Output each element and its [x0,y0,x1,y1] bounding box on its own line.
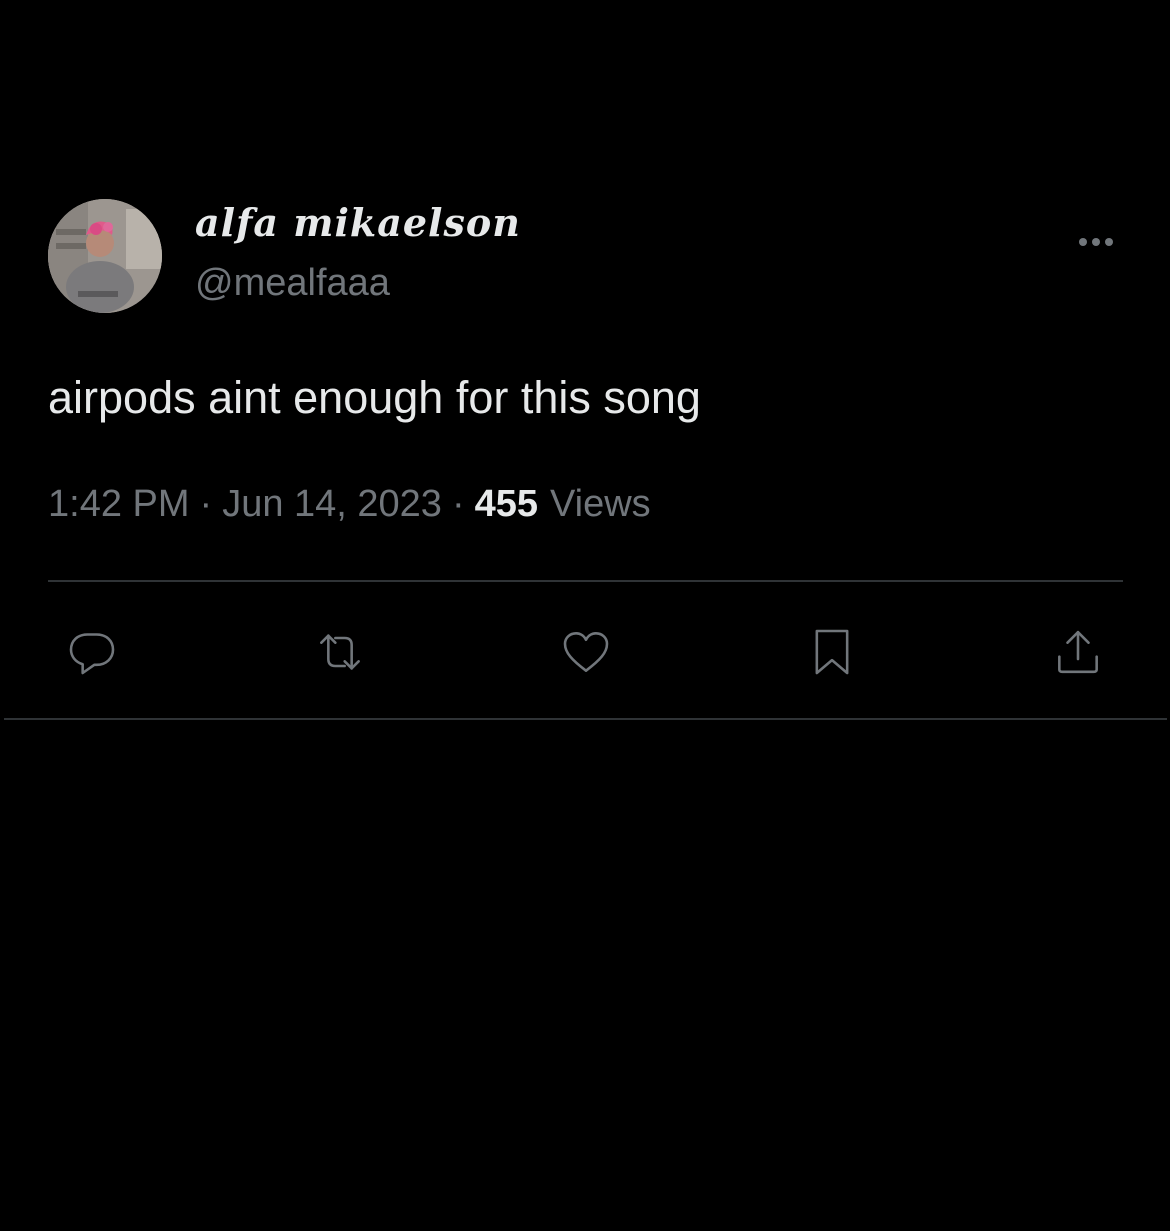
tweet-time[interactable]: 1:42 PM [48,483,190,525]
share-icon [1058,630,1098,674]
bookmark-icon [815,629,849,675]
reply-icon [69,633,115,675]
avatar[interactable] [48,199,162,313]
retweet-button[interactable] [310,622,370,682]
views-count[interactable]: 455 [475,483,538,525]
more-horizontal-icon [1092,238,1100,246]
views-label[interactable]: Views [550,483,651,525]
display-name[interactable]: alfa mikaelson [195,200,521,245]
divider [48,580,1123,582]
more-options-button[interactable] [1068,222,1124,262]
meta-separator: · [199,483,213,525]
like-button[interactable] [556,622,616,682]
tweet-text: airpods aint enough for this song [48,372,701,423]
meta-separator: · [451,483,465,525]
user-handle[interactable]: @mealfaaa [195,262,390,305]
divider [4,718,1167,720]
bookmark-button[interactable] [802,622,862,682]
tweet-detail: alfa mikaelson @mealfaaa airpods aint en… [0,0,1170,1231]
more-horizontal-icon [1105,238,1113,246]
tweet-meta: 1:42 PM · Jun 14, 2023 · 455 Views [48,483,651,526]
share-button[interactable] [1048,622,1108,682]
avatar-image [48,199,162,313]
more-horizontal-icon [1079,238,1087,246]
heart-icon [563,632,609,672]
tweet-date[interactable]: Jun 14, 2023 [222,483,442,525]
reply-button[interactable] [62,622,122,682]
retweet-icon [320,634,360,670]
